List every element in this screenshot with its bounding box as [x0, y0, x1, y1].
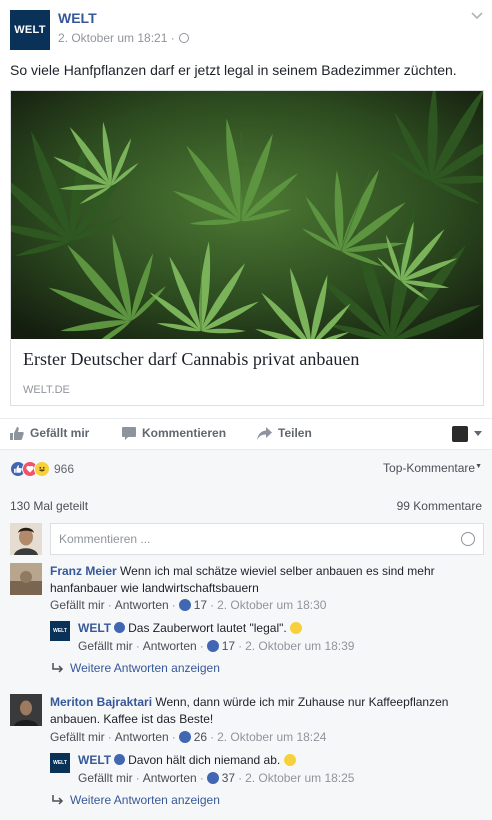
post-action-bar: Gefällt mir Kommentieren Teilen	[10, 420, 484, 448]
divider	[0, 449, 492, 450]
comment-sort-label: Top-Kommentare	[383, 461, 476, 475]
reply-reply-link[interactable]: Antworten	[143, 771, 197, 785]
comment-time[interactable]: 2. Oktober um 18:30	[217, 598, 326, 612]
avatar	[452, 426, 468, 442]
like-badge-icon	[206, 772, 219, 784]
reply-body: Das Zauberwort lautet "legal".	[128, 621, 287, 635]
reply-text: WELT Davon hält dich niemand ab.	[78, 752, 478, 769]
comment-sort-dropdown[interactable]: Top-Kommentare▼	[383, 461, 482, 475]
smiley-emoji-icon	[290, 622, 303, 634]
comment-like-link[interactable]: Gefällt mir	[50, 598, 105, 612]
share-arrow-icon	[257, 426, 272, 440]
emoji-picker-icon[interactable]	[461, 532, 475, 546]
like-button[interactable]: Gefällt mir	[10, 426, 89, 440]
reply-meta: Gefällt mir · Antworten · 37 · 2. Oktober u…	[78, 771, 355, 785]
reaction-summary[interactable]: 966	[10, 461, 74, 477]
share-button-label: Teilen	[278, 426, 312, 440]
comment-count[interactable]: 99 Kommentare	[397, 499, 482, 513]
page-logo[interactable]: WELT	[10, 10, 50, 50]
reply-avatar[interactable]: WELT	[50, 621, 70, 641]
post-options-chevron-icon[interactable]	[470, 10, 484, 24]
comment-meta: Gefällt mir · Antworten · 17 · 2. Oktober u…	[50, 598, 327, 612]
comment-reply-link[interactable]: Antworten	[115, 730, 169, 744]
reaction-count[interactable]: 966	[54, 462, 74, 476]
post-as-selector[interactable]	[452, 426, 482, 442]
share-count[interactable]: 130 Mal geteilt	[10, 499, 88, 513]
link-domain: WELT.DE	[23, 384, 70, 396]
divider	[0, 418, 492, 419]
reply-body: Davon hält dich niemand ab.	[128, 753, 281, 767]
reply-like-count[interactable]: 17	[222, 639, 235, 653]
like-badge-icon	[178, 731, 191, 743]
like-button-label: Gefällt mir	[30, 426, 90, 440]
speech-bubble-icon	[122, 426, 136, 440]
reply-text: WELT Das Zauberwort lautet "legal".	[78, 620, 478, 637]
post-text: So viele Hanfpflanzen darf er jetzt lega…	[10, 62, 457, 78]
share-button[interactable]: Teilen	[257, 426, 312, 440]
reply-meta: Gefällt mir · Antworten · 17 · 2. Oktober u…	[78, 639, 355, 653]
comment-button[interactable]: Kommentieren	[122, 426, 226, 440]
link-title[interactable]: Erster Deutscher darf Cannabis privat an…	[23, 349, 359, 370]
comment-like-count[interactable]: 17	[194, 598, 207, 612]
page-name-link[interactable]: WELT	[58, 10, 97, 26]
comment-meta: Gefällt mir · Antworten · 26 · 2. Oktober u…	[50, 730, 327, 744]
comment-author[interactable]: Meriton Bajraktari	[50, 695, 152, 709]
reply-author[interactable]: WELT	[78, 621, 111, 635]
avatar[interactable]	[10, 563, 42, 595]
reply-like-link[interactable]: Gefällt mir	[78, 639, 133, 653]
link-preview-card[interactable]: Erster Deutscher darf Cannabis privat an…	[10, 90, 484, 406]
reply-like-link[interactable]: Gefällt mir	[78, 771, 133, 785]
comment-text: Franz Meier Wenn ich mal schätze wieviel…	[50, 563, 480, 597]
post-timestamp[interactable]: 2. Oktober um 18:21 ·	[58, 31, 189, 45]
reply-arrow-icon	[52, 663, 64, 673]
reply-time[interactable]: 2. Oktober um 18:25	[245, 771, 354, 785]
reply-author[interactable]: WELT	[78, 753, 111, 767]
verified-badge-icon	[114, 622, 126, 633]
more-replies-link[interactable]: Weitere Antworten anzeigen	[52, 661, 220, 675]
comment-text: Meriton Bajraktari Wenn, dann würde ich …	[50, 694, 470, 728]
reply-time[interactable]: 2. Oktober um 18:39	[245, 639, 354, 653]
link-preview-image[interactable]	[11, 91, 483, 339]
caret-down-icon	[474, 431, 482, 436]
comment-time[interactable]: 2. Oktober um 18:24	[217, 730, 326, 744]
avatar[interactable]	[10, 694, 42, 726]
caret-down-icon: ▼	[475, 463, 482, 470]
avatar[interactable]	[10, 523, 42, 555]
comment-like-count[interactable]: 26	[194, 730, 207, 744]
haha-reaction-icon	[34, 461, 50, 477]
like-badge-icon	[178, 599, 191, 611]
verified-badge-icon	[114, 754, 126, 765]
reply-avatar[interactable]: WELT	[50, 753, 70, 773]
more-replies-label: Weitere Antworten anzeigen	[70, 793, 220, 807]
reply-like-count[interactable]: 37	[222, 771, 235, 785]
comment-reply-link[interactable]: Antworten	[115, 598, 169, 612]
smiley-emoji-icon	[283, 754, 296, 766]
comment-input[interactable]: Kommentieren ...	[50, 523, 484, 555]
globe-icon	[178, 33, 189, 43]
comment-like-link[interactable]: Gefällt mir	[50, 730, 105, 744]
comment-author[interactable]: Franz Meier	[50, 564, 117, 578]
comment-button-label: Kommentieren	[142, 426, 227, 440]
comment-input-placeholder: Kommentieren ...	[59, 532, 151, 546]
more-replies-link[interactable]: Weitere Antworten anzeigen	[52, 793, 220, 807]
thumbs-up-icon	[10, 426, 24, 440]
reply-reply-link[interactable]: Antworten	[143, 639, 197, 653]
reply-arrow-icon	[52, 795, 64, 805]
like-badge-icon	[206, 640, 219, 652]
more-replies-label: Weitere Antworten anzeigen	[70, 661, 220, 675]
timestamp-text[interactable]: 2. Oktober um 18:21 ·	[58, 31, 175, 45]
